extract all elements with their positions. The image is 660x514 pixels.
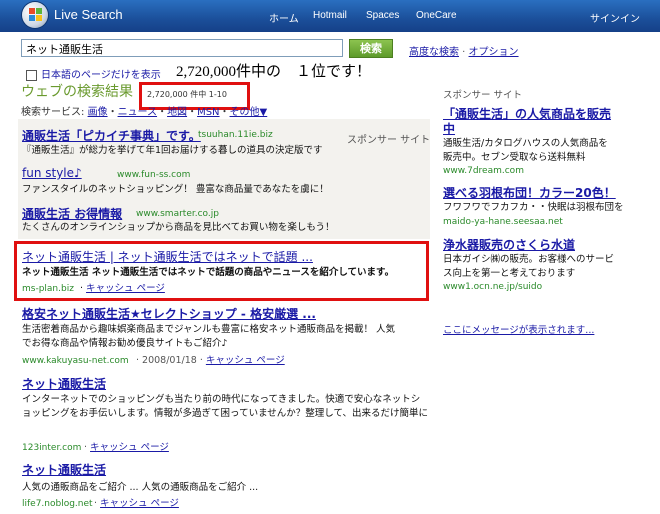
search-input[interactable]: ネット通販生活 [21,39,343,57]
sponsored-url-2[interactable]: www.fun-ss.com [117,170,190,180]
result-meta-3: · キャッシュ ページ [84,442,169,453]
sponsored-desc-1: 『通販生活』が総力を挙げて年1回お届けする暮しの道具の決定版です [22,145,323,156]
right-ad-desc-2: フワフワでフカフカ・・快眠は羽根布団を [443,202,624,213]
result-url-2[interactable]: www.kakuyasu-net.com [22,356,129,366]
service-images[interactable]: 画像 [88,107,108,118]
top-bar: Live Search ホーム Hotmail Spaces OneCare サ… [0,0,660,32]
signin-link[interactable]: サインイン [590,10,640,25]
result-url-4[interactable]: life7.noblog.net [22,499,93,509]
services-label: 検索サービス: [21,107,85,118]
nav-home[interactable]: ホーム [269,10,299,25]
result-meta-4: · キャッシュ ページ [94,498,179,509]
result-title-1[interactable]: ネット通販生活 | ネット通販生活ではネットで話題 ... [22,248,313,265]
nav-spaces[interactable]: Spaces [366,10,399,21]
result-desc-3b: ョッピングをお手伝いします。情報が多過ぎて困っていませんか？整理して、出来るだけ… [22,408,429,419]
result-url-3[interactable]: 123inter.com [22,443,81,453]
right-ad-desc-3b: ス向上を第一と考えております [443,268,576,279]
right-ad-desc-3a: 日本ガイシ㈱の販売。お客様へのサービ [443,254,615,265]
nav-onecare[interactable]: OneCare [416,10,457,21]
result-title-4[interactable]: ネット通販生活 [22,461,106,478]
rank-annotation: 2,720,000件中の １位です！ [176,64,372,80]
service-maps[interactable]: 地図 [167,107,187,118]
sponsored-title-2[interactable]: fun style♪ [22,166,82,180]
advanced-links: 高度な検索 · オプション [409,47,519,58]
result-title-3[interactable]: ネット通販生活 [22,375,106,392]
right-sponsored-label: スポンサー サイト [443,90,523,101]
right-ad-url-2[interactable]: maido-ya-hane.seesaa.net [443,217,563,227]
options-link[interactable]: オプション [469,47,519,58]
right-ad-desc-1b: 販売中。セブン受取なら送料無料 [443,152,586,163]
right-ad-url-3[interactable]: www1.ocn.ne.jp/suido [443,282,542,292]
sponsored-title-3[interactable]: 通販生活 お得情報 [22,205,122,222]
advanced-search-link[interactable]: 高度な検索 [409,47,459,58]
sponsored-url-3[interactable]: www.smarter.co.jp [136,209,219,219]
sponsored-url-1[interactable]: tsuuhan.11ie.biz [198,130,273,140]
result-cache-1-wrap: · キャッシュ ページ [80,283,165,294]
service-more[interactable]: その他▼ [230,107,268,118]
sponsored-desc-2: ファンスタイルのネットショッピング！ 豊富な商品量であなたを虜に！ [22,184,329,195]
right-ad-url-1[interactable]: www.7dream.com [443,166,524,176]
sponsored-desc-3: たくさんのオンラインショップから商品を見比べてお買い物を楽しもう！ [22,222,335,233]
result-cache-4[interactable]: キャッシュ ページ [100,498,179,509]
windows-logo-icon[interactable] [22,2,48,28]
result-url-1[interactable]: ms-plan.biz [22,284,74,294]
result-cache-3[interactable]: キャッシュ ページ [90,442,169,453]
checkbox-icon[interactable] [26,69,37,81]
result-desc-3a: インターネットでのショッピングも当たり前の時代になってきました。快適で安心なネッ… [22,394,421,405]
result-title-2[interactable]: 格安ネット通販生活★セレクトショップ - 格安厳選 ... [22,305,316,322]
right-ad-title-1[interactable]: 「通販生活」の人気商品を販売 [443,105,611,122]
web-results-heading: ウェブの検索結果 [21,83,133,99]
japanese-only-label: 日本語のページだけを表示 [41,70,161,81]
sponsored-title-1[interactable]: 通販生活「ピカイチ事典」です。 [22,127,201,144]
right-ad-desc-1a: 通販生活/カタログハウスの人気商品を [443,138,608,149]
japanese-only-option[interactable]: 日本語のページだけを表示 [26,66,161,81]
result-desc-2b: でお得な商品や情報お勧め優良サイトもご紹介♪ [22,338,228,349]
result-cache-1[interactable]: キャッシュ ページ [86,283,165,294]
result-desc-2a: 生活密着商品から趣味娯楽商品までジャンルも豊富に格安ネット通販商品を掲載！ 人気 [22,324,396,335]
result-cache-2[interactable]: キャッシュ ページ [206,355,285,366]
sponsored-label: スポンサー サイト [347,135,431,146]
result-count: 2,720,000 件中 1-10 [147,90,227,99]
result-desc-4: 人気の通販商品をご紹介 ... 人気の通販商品をご紹介 ... [22,482,259,493]
search-button[interactable]: 検索 [349,39,393,58]
right-ad-title-1b[interactable]: 中 [443,120,455,137]
result-desc-1: ネット通販生活 ネット通販生活ではネットで話題の商品やニュースを紹介しています。 [22,267,395,278]
message-link[interactable]: ここにメッセージが表示されます... [443,322,594,336]
service-msn[interactable]: MSN [197,107,219,118]
result-meta-2: · 2008/01/18 · キャッシュ ページ [136,355,285,366]
brand-name[interactable]: Live Search [54,7,123,22]
search-services: 検索サービス: 画像・ニュース・地図・MSN・その他▼ [21,107,268,118]
service-news[interactable]: ニュース [118,107,158,118]
right-ad-title-3[interactable]: 浄水器販売のさくら水道 [443,236,575,253]
result-date-2: 2008/01/18 [142,355,197,366]
right-ad-title-2[interactable]: 選べる羽根布団！カラー20色！ [443,184,616,201]
nav-hotmail[interactable]: Hotmail [313,10,347,21]
